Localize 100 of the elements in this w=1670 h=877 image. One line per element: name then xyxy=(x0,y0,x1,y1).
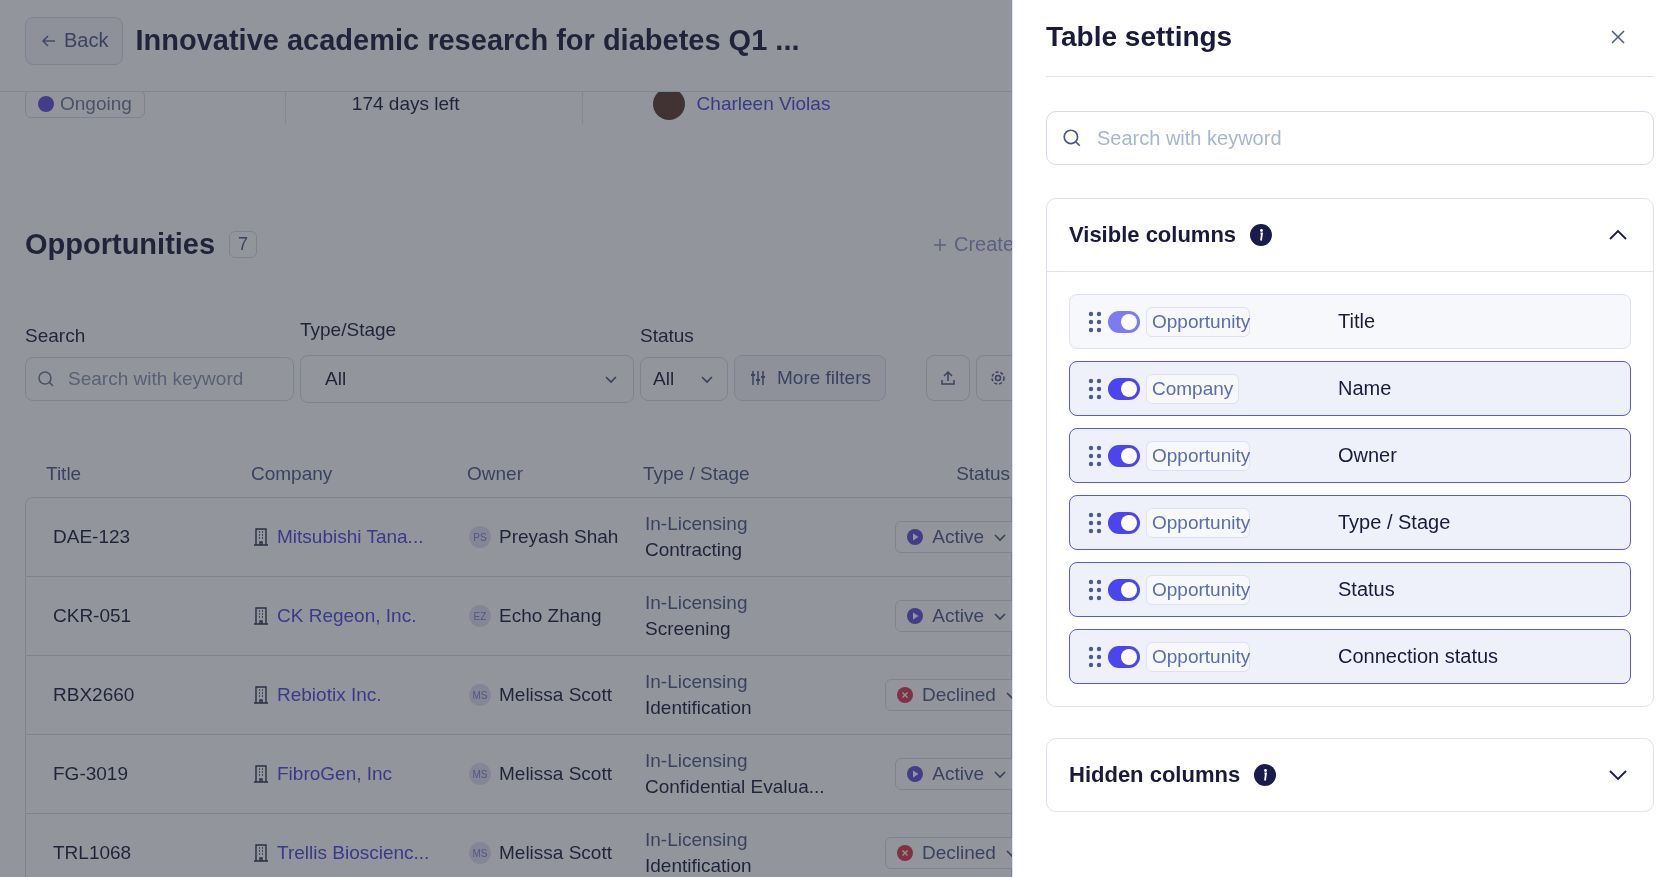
close-icon xyxy=(1610,29,1626,45)
building-icon xyxy=(253,528,269,546)
building-icon xyxy=(253,686,269,704)
drag-handle-icon[interactable] xyxy=(1088,511,1102,534)
count-badge: 7 xyxy=(229,231,258,258)
search-field[interactable]: Search with keyword xyxy=(1046,111,1654,165)
drag-handle-icon[interactable] xyxy=(1088,578,1102,601)
column-header: Company xyxy=(251,463,334,485)
owner-name: Melissa Scott xyxy=(499,842,612,864)
card-title: Visible columns xyxy=(1069,222,1237,248)
status-dropdown[interactable]: Active xyxy=(895,600,1012,632)
page-title: Innovative academic research for diabetes Q1 ... xyxy=(135,24,800,57)
building-icon xyxy=(253,607,269,625)
plus-icon xyxy=(931,236,948,253)
info-icon xyxy=(1254,764,1277,786)
table-cell-text: DAE-123 xyxy=(53,526,132,548)
company-link[interactable]: Mitsubishi Tana... xyxy=(277,526,424,548)
toggle-switch[interactable] xyxy=(1108,578,1140,601)
column-row[interactable]: Company Name xyxy=(1069,361,1631,416)
toggle-switch[interactable] xyxy=(1108,310,1140,333)
stage-text: Contracting xyxy=(645,539,743,561)
upload-icon xyxy=(938,369,957,387)
column-header: Status xyxy=(955,463,1011,485)
table-cell-text: CKR-051 xyxy=(53,605,133,627)
status-label: Status xyxy=(640,325,695,347)
column-row[interactable]: Opportunity Connection status xyxy=(1069,629,1631,684)
section-title: Opportunities xyxy=(25,228,216,261)
column-header: Owner xyxy=(467,463,524,485)
toggle-switch[interactable] xyxy=(1108,444,1140,467)
toggle-switch[interactable] xyxy=(1108,511,1140,534)
building-icon xyxy=(253,765,269,783)
search-label: Search xyxy=(25,325,87,347)
type-text: In-Licensing xyxy=(645,671,748,693)
status-dropdown[interactable]: Declined xyxy=(885,837,1012,869)
status-dropdown[interactable]: All xyxy=(640,357,728,401)
days-left: 174 days left xyxy=(351,93,460,115)
owner-name: Echo Zhang xyxy=(499,605,602,627)
type-text: In-Licensing xyxy=(645,750,748,772)
toggle-switch[interactable] xyxy=(1108,645,1140,668)
owner-name: Melissa Scott xyxy=(499,763,612,785)
stage-text: Identification xyxy=(645,855,752,877)
column-name: Type / Stage xyxy=(1338,511,1451,534)
column-name: Connection status xyxy=(1338,645,1499,668)
company-link[interactable]: Rebiotix Inc. xyxy=(277,684,382,706)
column-row[interactable]: Opportunity Status xyxy=(1069,562,1631,617)
settings-button[interactable] xyxy=(975,355,1012,401)
type-text: In-Licensing xyxy=(645,513,748,535)
column-name: Owner xyxy=(1338,444,1397,467)
table-cell-text: FG-3019 xyxy=(53,763,129,785)
column-row[interactable]: Opportunity Owner xyxy=(1069,428,1631,483)
owner-link[interactable]: Charleen Violas xyxy=(696,93,831,115)
status-dropdown[interactable]: Declined xyxy=(885,679,1012,711)
status-dropdown[interactable]: Active xyxy=(895,758,1012,790)
stage-text: Confidential Evalua... xyxy=(645,776,825,798)
cross-circle-icon xyxy=(896,844,914,862)
column-name: Name xyxy=(1338,377,1392,400)
search-field[interactable]: Search with keyword xyxy=(25,357,294,401)
sliders-icon xyxy=(749,369,767,387)
play-icon xyxy=(906,607,925,625)
company-link[interactable]: CK Regeon, Inc. xyxy=(277,605,417,627)
stage-text: Screening xyxy=(645,618,731,640)
type-text: In-Licensing xyxy=(645,829,748,851)
settings-icon xyxy=(988,369,1007,387)
type-stage-label: Type/Stage xyxy=(300,319,398,341)
more-filters-button[interactable]: More filters xyxy=(734,355,886,401)
column-header: Title xyxy=(46,463,83,485)
company-link[interactable]: FibroGen, Inc xyxy=(277,763,393,785)
company-link[interactable]: Trellis Bioscienc... xyxy=(277,842,430,864)
table-cell-text: RBX2660 xyxy=(53,684,136,706)
column-name: Status xyxy=(1338,578,1395,601)
panel-title: Table settings xyxy=(1046,21,1233,53)
column-row[interactable]: Opportunity Title xyxy=(1069,294,1631,349)
entity-tag: Company xyxy=(1146,373,1240,404)
drag-handle-icon[interactable] xyxy=(1088,377,1102,400)
stage-text: Identification xyxy=(645,697,752,719)
type-stage-dropdown[interactable]: All xyxy=(300,355,634,403)
back-button[interactable]: Back xyxy=(25,16,124,65)
status-dropdown[interactable]: Active xyxy=(895,521,1012,553)
type-text: In-Licensing xyxy=(645,592,748,614)
play-icon xyxy=(906,765,925,783)
entity-tag: Opportunity xyxy=(1146,641,1250,672)
drag-handle-icon[interactable] xyxy=(1088,444,1102,467)
cross-circle-icon xyxy=(896,686,914,704)
owner-name: Melissa Scott xyxy=(499,684,612,706)
info-icon xyxy=(1250,224,1273,246)
entity-tag: Opportunity xyxy=(1146,574,1250,605)
search-icon xyxy=(1062,128,1082,148)
toggle-switch[interactable] xyxy=(1108,377,1140,400)
entity-tag: Opportunity xyxy=(1146,440,1250,471)
owner-name: Preyash Shah xyxy=(499,526,619,548)
search-icon xyxy=(37,370,55,388)
entity-tag: Opportunity xyxy=(1146,507,1250,538)
card-title: Hidden columns xyxy=(1069,762,1241,788)
table-cell-text: TRL1068 xyxy=(53,842,133,864)
entity-tag: Opportunity xyxy=(1146,306,1250,337)
drag-handle-icon[interactable] xyxy=(1088,310,1102,333)
drag-handle-icon[interactable] xyxy=(1088,645,1102,668)
column-header: Type / Stage xyxy=(643,463,751,485)
column-row[interactable]: Opportunity Type / Stage xyxy=(1069,495,1631,550)
play-icon xyxy=(906,528,925,546)
